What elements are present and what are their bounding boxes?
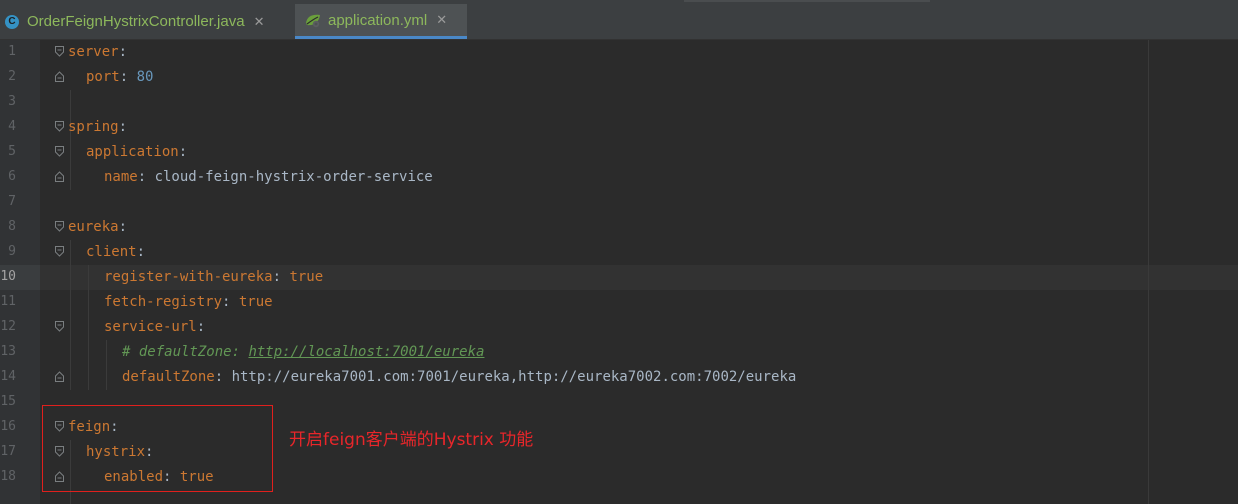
tab-label: OrderFeignHystrixController.java: [27, 13, 245, 30]
fold-end-icon[interactable]: [55, 71, 64, 82]
yaml-separator: :: [137, 169, 155, 185]
line-number: 3: [8, 94, 16, 109]
code-line[interactable]: 6 name: cloud-feign-hystrix-order-service: [0, 165, 1238, 190]
line-number: 15: [0, 394, 16, 409]
line-number: 14: [0, 369, 16, 384]
code-text: port: 80: [86, 69, 153, 85]
code-line[interactable]: 8 eureka:: [0, 215, 1238, 240]
code-text: fetch-registry: true: [104, 294, 273, 310]
yaml-key: defaultZone: [122, 369, 215, 385]
code-line[interactable]: 9 client:: [0, 240, 1238, 265]
tab-bar-divider: [684, 0, 930, 2]
yaml-key: service-url: [104, 319, 197, 335]
line-number: 12: [0, 319, 16, 334]
line-number: 13: [0, 344, 16, 359]
code-line[interactable]: 3: [0, 90, 1238, 115]
java-class-icon: C: [5, 14, 19, 29]
yaml-key: server: [68, 44, 119, 60]
tab-label: application.yml: [328, 11, 428, 29]
tab-application-yml[interactable]: application.yml ✕: [295, 4, 467, 39]
code-line[interactable]: 12 service-url:: [0, 315, 1238, 340]
code-line[interactable]: 1 server:: [0, 40, 1238, 65]
yaml-comment: # defaultZone: http://localhost:7001/eur…: [122, 344, 484, 360]
fold-expanded-icon[interactable]: [55, 46, 64, 57]
yaml-separator: :: [196, 319, 206, 335]
code-line[interactable]: 11 fetch-registry: true: [0, 290, 1238, 315]
line-number: 2: [8, 69, 16, 84]
editor-tab-bar: C OrderFeignHystrixController.java ✕ app…: [0, 0, 1238, 40]
yaml-key: client: [86, 244, 137, 260]
code-text: server:: [68, 44, 127, 60]
code-text: name: cloud-feign-hystrix-order-service: [104, 169, 433, 185]
spring-leaf-icon: [306, 14, 320, 28]
yaml-separator: :: [118, 219, 128, 235]
yaml-key: application: [86, 144, 179, 160]
line-number: 8: [8, 219, 16, 234]
fold-end-icon[interactable]: [55, 371, 64, 382]
line-number: 10: [0, 269, 16, 284]
yaml-value: true: [238, 294, 273, 310]
yaml-separator: :: [272, 269, 290, 285]
line-number: 5: [8, 144, 16, 159]
yaml-key: fetch-registry: [104, 294, 223, 310]
code-line[interactable]: 13 # defaultZone: http://localhost:7001/e…: [0, 340, 1238, 365]
fold-expanded-icon[interactable]: [55, 146, 64, 157]
yaml-value: 80: [136, 69, 154, 85]
yaml-value: cloud-feign-hystrix-order-service: [154, 169, 433, 185]
code-text: spring:: [68, 119, 127, 135]
yaml-key: port: [86, 69, 120, 85]
line-number: 18: [0, 469, 16, 484]
fold-expanded-icon[interactable]: [55, 121, 64, 132]
code-line[interactable]: 7: [0, 190, 1238, 215]
line-number: 4: [8, 119, 16, 134]
yaml-key: spring: [68, 119, 119, 135]
line-number: 7: [8, 194, 16, 209]
yaml-key: eureka: [68, 219, 119, 235]
comment-url-link[interactable]: http://localhost:7001/eureka: [248, 344, 484, 360]
code-line[interactable]: 4 spring:: [0, 115, 1238, 140]
fold-end-icon[interactable]: [55, 171, 64, 182]
yaml-separator: :: [178, 144, 188, 160]
code-line[interactable]: 14 defaultZone: http://eureka7001.com:700…: [0, 365, 1238, 390]
line-number: 11: [0, 294, 16, 309]
close-icon[interactable]: ✕: [254, 14, 265, 30]
yaml-key: name: [104, 169, 138, 185]
line-number: 1: [8, 44, 16, 59]
code-text: # defaultZone: http://localhost:7001/eur…: [122, 344, 484, 360]
line-number: 9: [8, 244, 16, 259]
code-text: application:: [86, 144, 187, 160]
yaml-separator: :: [119, 69, 137, 85]
code-line[interactable]: 2 port: 80: [0, 65, 1238, 90]
yaml-separator: :: [136, 244, 146, 260]
fold-expanded-icon[interactable]: [55, 221, 64, 232]
fold-expanded-icon[interactable]: [55, 246, 64, 257]
yaml-key: register-with-eureka: [104, 269, 273, 285]
comment-prefix: # defaultZone:: [122, 344, 249, 360]
annotation-highlight-box: [42, 405, 273, 492]
yaml-separator: :: [222, 294, 239, 310]
code-text: register-with-eureka: true: [104, 269, 323, 285]
yaml-separator: :: [214, 369, 232, 385]
yaml-value: http://eureka7001.com:7001/eureka,http:/…: [231, 369, 797, 385]
code-text: client:: [86, 244, 145, 260]
code-text: defaultZone: http://eureka7001.com:7001/…: [122, 369, 796, 385]
code-line[interactable]: 10 register-with-eureka: true: [0, 265, 1238, 290]
yaml-separator: :: [118, 44, 128, 60]
code-text: eureka:: [68, 219, 127, 235]
line-number: 17: [0, 444, 16, 459]
line-number: 6: [8, 169, 16, 184]
tab-order-feign-hystrix-controller[interactable]: C OrderFeignHystrixController.java ✕: [0, 4, 290, 39]
code-line[interactable]: 5 application:: [0, 140, 1238, 165]
annotation-text: 开启feign客户端的Hystrix 功能: [289, 430, 534, 450]
yaml-separator: :: [118, 119, 128, 135]
code-text: service-url:: [104, 319, 205, 335]
yaml-value: true: [289, 269, 324, 285]
fold-expanded-icon[interactable]: [55, 321, 64, 332]
close-icon[interactable]: ✕: [436, 12, 447, 28]
line-number: 16: [0, 419, 16, 434]
